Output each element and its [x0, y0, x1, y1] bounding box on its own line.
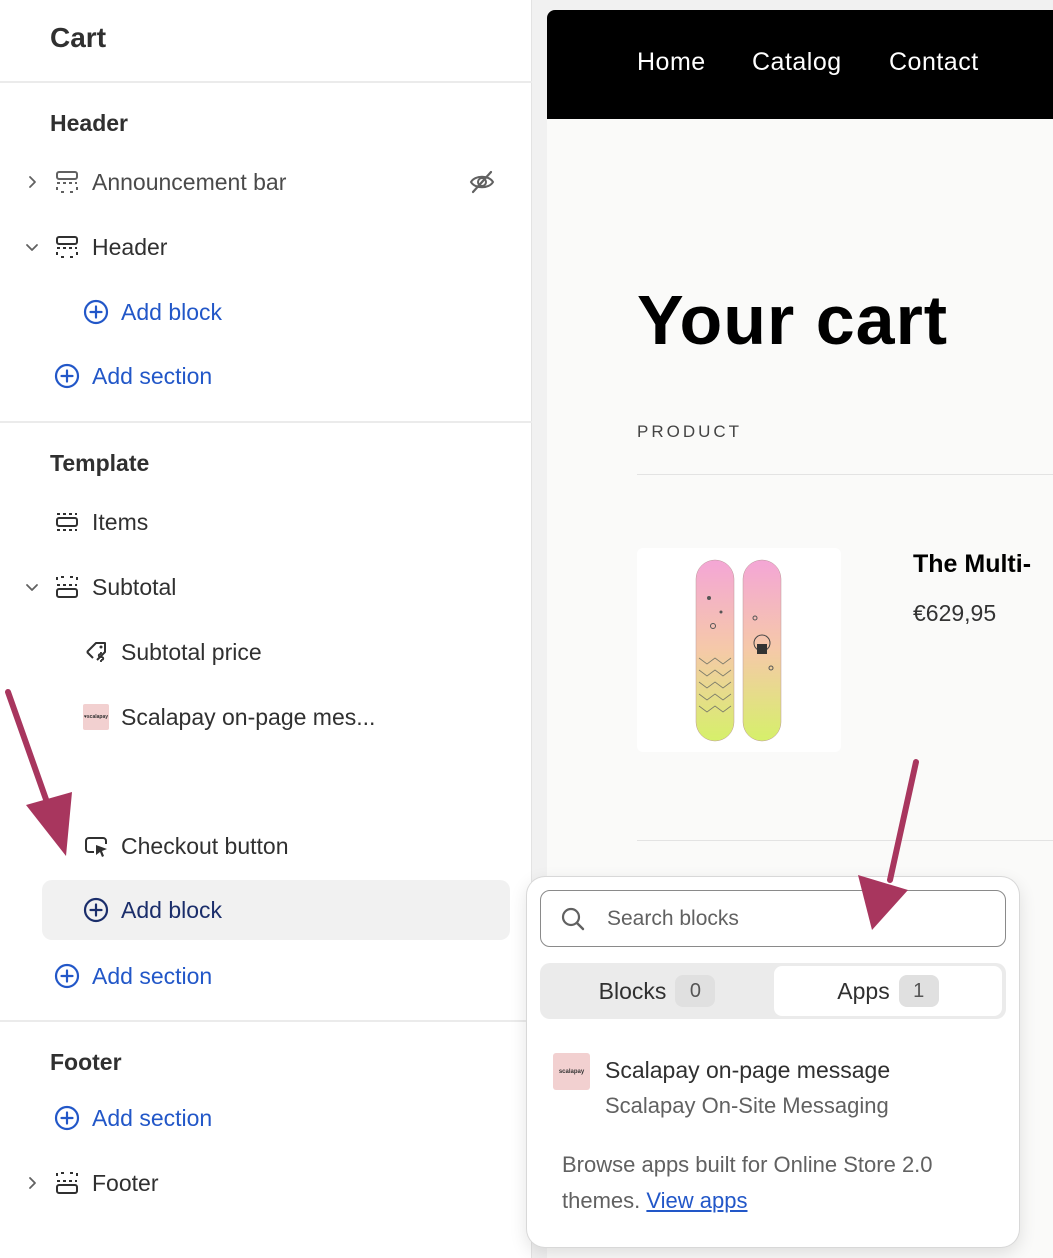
plus-circle-icon [83, 897, 109, 923]
plus-circle-icon [54, 363, 80, 389]
divider [0, 421, 532, 423]
plus-circle-icon [83, 299, 109, 325]
add-block-button[interactable]: Add block [0, 885, 532, 935]
eye-hidden-icon[interactable] [468, 168, 496, 196]
page-title: Cart [50, 22, 107, 53]
scalapay-logo: scalapay [553, 1053, 590, 1090]
section-announcement-bar[interactable]: Announcement bar [0, 157, 532, 207]
divider [0, 81, 532, 83]
add-section-button[interactable]: Add section [0, 951, 532, 1001]
section-subtotal[interactable]: Subtotal [0, 562, 532, 612]
price-tag-icon [83, 639, 109, 665]
add-section-label: Add section [92, 962, 213, 989]
chevron-down-icon[interactable] [22, 577, 42, 597]
app-block-title: Scalapay on-page message [605, 1057, 891, 1083]
group-title-template: Template [50, 450, 150, 476]
add-block-label: Add block [121, 896, 223, 923]
logo-text: scalapay [558, 1068, 585, 1075]
add-block-label: Add block [121, 298, 223, 325]
chevron-right-icon[interactable] [22, 172, 42, 192]
segmented-tabs: Blocks 0 Apps 1 [540, 963, 1006, 1019]
add-section-button[interactable]: Add section [0, 1093, 532, 1143]
block-subtotal-price[interactable]: Subtotal price [0, 627, 532, 677]
tab-label: Apps [837, 977, 890, 1004]
theme-editor: Cart Header Announcement bar Header Add … [0, 0, 1053, 1258]
add-block-button[interactable]: Add block [0, 287, 532, 337]
cart-heading: Your cart [637, 281, 949, 359]
section-footer-layout-icon [54, 1170, 80, 1196]
store-nav: Home Catalog Contact [547, 10, 1053, 119]
block-label: Checkout button [121, 832, 289, 859]
block-label: Scalapay on-page mes... [121, 703, 376, 730]
nav-link-home[interactable]: Home [637, 48, 706, 77]
tab-apps[interactable]: Apps 1 [774, 966, 1002, 1016]
divider [637, 474, 1053, 475]
search-input[interactable] [607, 899, 987, 939]
section-label: Footer [92, 1169, 159, 1196]
view-apps-link[interactable]: View apps [646, 1188, 747, 1213]
annotation-arrow [858, 759, 919, 930]
section-footer[interactable]: Footer [0, 1158, 532, 1208]
count-badge: 0 [675, 975, 716, 1007]
browse-apps-text: Browse apps built for Online Store 2.0 t… [562, 1147, 1002, 1219]
plus-circle-icon [54, 963, 80, 989]
app-block-subtitle: Scalapay On-Site Messaging [605, 1093, 889, 1118]
tab-label: Blocks [598, 977, 667, 1004]
add-section-label: Add section [92, 1104, 213, 1131]
search-icon [560, 906, 586, 932]
group-title-footer: Footer [50, 1049, 122, 1075]
count-badge: 1 [898, 975, 939, 1007]
snowboard-image [695, 559, 782, 742]
product-name[interactable]: The Multi- [913, 550, 1031, 579]
plus-circle-icon [54, 1105, 80, 1131]
section-footer-layout-icon [54, 574, 80, 600]
add-section-button[interactable]: Add section [0, 351, 532, 401]
chevron-down-icon[interactable] [22, 237, 42, 257]
search-box[interactable] [540, 890, 1006, 947]
divider [637, 840, 1053, 841]
section-label: Header [92, 233, 168, 260]
section-items[interactable]: Items [0, 497, 532, 547]
product-column-header: PRODUCT [637, 422, 743, 441]
chevron-right-icon[interactable] [22, 1173, 42, 1193]
sections-sidebar: Cart Header Announcement bar Header Add … [0, 0, 532, 1258]
divider [0, 1020, 532, 1022]
section-list-icon [54, 509, 80, 535]
nav-link-catalog[interactable]: Catalog [752, 48, 842, 77]
group-title-header: Header [50, 110, 128, 136]
app-block-item[interactable]: scalapay Scalapay on-page message Scalap… [553, 1053, 993, 1125]
annotation-arrow [5, 689, 72, 856]
section-header[interactable]: Header [0, 222, 532, 272]
section-layout-icon [54, 234, 80, 260]
tab-blocks[interactable]: Blocks 0 [543, 966, 771, 1016]
nav-link-contact[interactable]: Contact [889, 48, 979, 77]
add-section-label: Add section [92, 362, 213, 389]
section-label: Items [92, 508, 149, 535]
section-layout-icon [54, 169, 80, 195]
section-label: Announcement bar [92, 168, 287, 195]
product-image[interactable] [637, 548, 841, 752]
add-block-popover: Blocks 0 Apps 1 scalapay Scalapay on-pag… [527, 877, 1019, 1247]
section-label: Subtotal [92, 573, 177, 600]
block-label: Subtotal price [121, 638, 262, 665]
product-price: €629,95 [913, 600, 997, 626]
